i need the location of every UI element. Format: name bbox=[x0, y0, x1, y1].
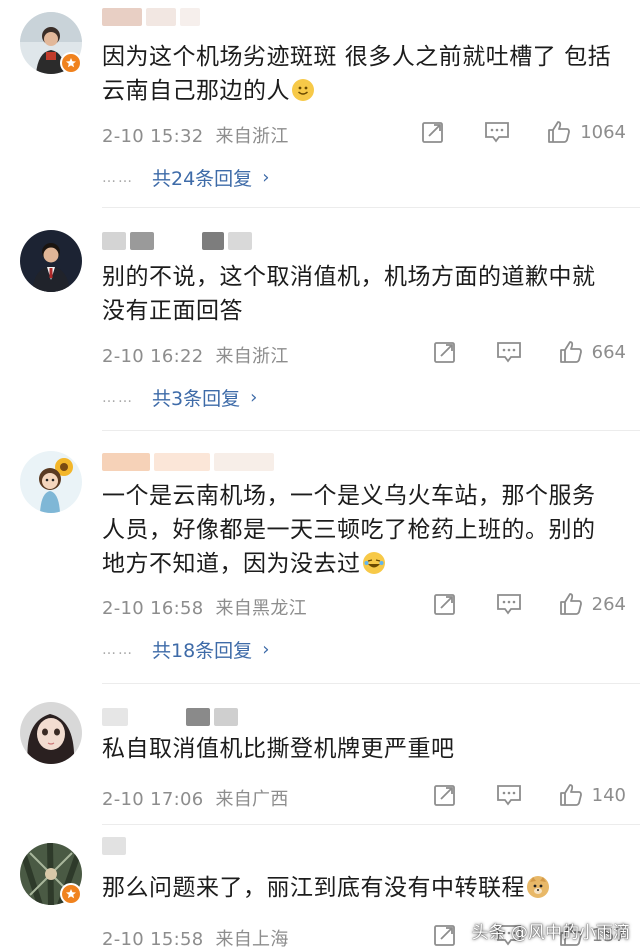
thumbs-up-icon bbox=[559, 784, 582, 806]
comment-4: 私自取消值机比撕登机牌更严重吧 2-10 17:06 来自广西 140 bbox=[0, 684, 640, 824]
comment-1: 因为这个机场劣迹斑斑 很多人之前就吐槽了 包括云南自己那边的人 2-10 15:… bbox=[0, 0, 640, 208]
dots: …… bbox=[102, 169, 134, 186]
like-button[interactable]: 664 bbox=[558, 339, 626, 365]
reply-icon[interactable] bbox=[496, 339, 522, 365]
comment-text: 私自取消值机比撕登机牌更严重吧 bbox=[102, 736, 455, 762]
comment-date: 2-10 16:22 bbox=[102, 346, 204, 367]
comment-date: 2-10 16:58 bbox=[102, 598, 204, 619]
like-count: 264 bbox=[591, 593, 626, 615]
comment-date: 2-10 17:06 bbox=[102, 789, 204, 810]
like-button[interactable]: 264 bbox=[558, 591, 626, 617]
username-redacted bbox=[102, 453, 274, 471]
replies-count: 共3条回复 bbox=[152, 388, 241, 410]
comment-text: 那么问题来了，丽江到底有没有中转联程 bbox=[102, 871, 616, 905]
comment-actions: 140 bbox=[432, 782, 626, 808]
comment-meta: 2-10 16:58 来自黑龙江 bbox=[102, 594, 307, 620]
comment-actions: 664 bbox=[432, 339, 626, 365]
like-count: 1064 bbox=[580, 121, 626, 143]
smile-emoji-icon bbox=[292, 79, 314, 101]
username-redacted bbox=[102, 232, 252, 250]
avatar-image bbox=[20, 702, 82, 764]
like-button[interactable]: 140 bbox=[558, 782, 626, 808]
like-count: 140 bbox=[591, 784, 626, 806]
share-icon[interactable] bbox=[432, 339, 458, 365]
share-icon[interactable] bbox=[420, 119, 446, 145]
chevron-right-icon: › bbox=[250, 387, 258, 408]
user-avatar[interactable] bbox=[20, 451, 82, 513]
watermark: 头条 @风中的小雨滴 bbox=[471, 923, 630, 943]
comment-2: 别的不说，这个取消值机，机场方面的道歉中就没有正面回答 2-10 16:22 来自… bbox=[0, 208, 640, 428]
thumbs-up-icon bbox=[559, 341, 582, 363]
comment-date: 2-10 15:58 bbox=[102, 929, 204, 950]
laugh-cry-emoji-icon bbox=[362, 552, 385, 574]
user-avatar[interactable] bbox=[20, 702, 82, 764]
replies-count: 共24条回复 bbox=[152, 168, 253, 190]
share-icon[interactable] bbox=[432, 922, 458, 948]
thumbs-up-icon bbox=[559, 593, 582, 615]
replies-count: 共18条回复 bbox=[152, 640, 253, 662]
comment-meta: 2-10 17:06 来自广西 bbox=[102, 785, 289, 811]
verified-badge-icon bbox=[60, 883, 82, 905]
comment-actions: 1064 bbox=[420, 119, 626, 145]
comment-location: 来自黑龙江 bbox=[215, 598, 307, 619]
comment-text: 别的不说，这个取消值机，机场方面的道歉中就没有正面回答 bbox=[102, 264, 596, 324]
comment-actions: 264 bbox=[432, 591, 626, 617]
view-replies-link[interactable]: …… 共3条回复 › bbox=[102, 384, 257, 411]
username-redacted bbox=[102, 708, 238, 726]
view-replies-link[interactable]: …… 共24条回复 › bbox=[102, 164, 269, 191]
like-count: 664 bbox=[591, 341, 626, 363]
reply-icon[interactable] bbox=[484, 119, 510, 145]
comment-3: 一个是云南机场，一个是义乌火车站，那个服务人员，好像都是一天三顿吃了枪药上班的。… bbox=[0, 431, 640, 686]
comment-location: 来自上海 bbox=[215, 929, 289, 950]
thumbs-up-icon bbox=[548, 121, 571, 143]
username-redacted bbox=[102, 8, 200, 26]
share-icon[interactable] bbox=[432, 782, 458, 808]
avatar-image bbox=[20, 451, 82, 513]
verified-badge-icon bbox=[60, 52, 82, 74]
comment-meta: 2-10 15:58 来自上海 bbox=[102, 925, 289, 951]
avatar-image bbox=[20, 230, 82, 292]
dots: …… bbox=[102, 641, 134, 658]
like-button[interactable]: 1064 bbox=[546, 119, 626, 145]
chevron-right-icon: › bbox=[262, 639, 270, 660]
comment-text: 一个是云南机场，一个是义乌火车站，那个服务人员，好像都是一天三顿吃了枪药上班的。… bbox=[102, 483, 596, 577]
username-redacted bbox=[102, 837, 126, 855]
reply-icon[interactable] bbox=[496, 591, 522, 617]
comment-meta: 2-10 16:22 来自浙江 bbox=[102, 342, 289, 368]
share-icon[interactable] bbox=[432, 591, 458, 617]
chevron-right-icon: › bbox=[262, 167, 270, 188]
comment-meta: 2-10 15:32 来自浙江 bbox=[102, 122, 289, 148]
view-replies-link[interactable]: …… 共18条回复 › bbox=[102, 636, 269, 663]
reply-icon[interactable] bbox=[496, 782, 522, 808]
dots: …… bbox=[102, 389, 134, 406]
comment-date: 2-10 15:32 bbox=[102, 126, 204, 147]
comment-location: 来自广西 bbox=[215, 789, 289, 810]
comment-text: 因为这个机场劣迹斑斑 很多人之前就吐槽了 包括云南自己那边的人 bbox=[102, 44, 612, 104]
user-avatar[interactable] bbox=[20, 230, 82, 292]
doge-emoji-icon bbox=[527, 876, 549, 898]
comment-location: 来自浙江 bbox=[215, 346, 289, 367]
comment-location: 来自浙江 bbox=[215, 126, 289, 147]
